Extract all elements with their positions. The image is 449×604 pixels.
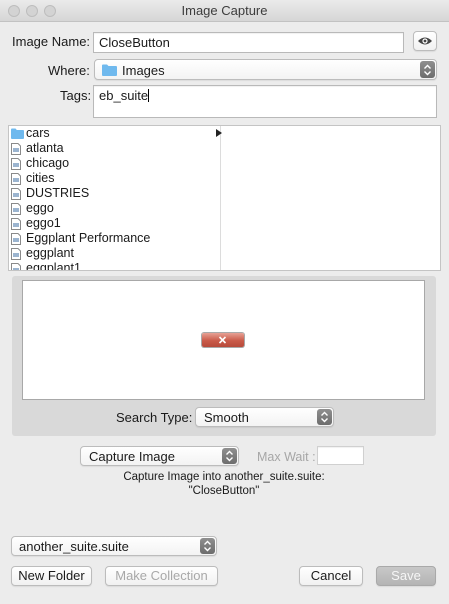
image-file-icon: [11, 203, 21, 215]
suite-popup[interactable]: another_suite.suite: [11, 536, 217, 556]
image-file-icon: [11, 248, 21, 260]
image-file-icon: [11, 143, 21, 155]
capture-mode-stepper: [222, 448, 237, 464]
folder-icon: [102, 64, 117, 76]
image-name-field[interactable]: CloseButton: [93, 32, 404, 53]
tags-label: Tags:: [60, 88, 92, 103]
search-type-label: Search Type:: [116, 410, 193, 425]
tags-value: eb_suite: [99, 88, 149, 103]
search-type-stepper: [317, 409, 332, 425]
save-button[interactable]: Save: [376, 566, 436, 586]
image-file-icon: [11, 218, 21, 230]
image-file-icon: [11, 188, 21, 200]
capture-note-line2: "CloseButton": [188, 485, 260, 497]
where-label: Where:: [48, 63, 90, 78]
chevron-updown-icon: [321, 411, 328, 423]
max-wait-field[interactable]: [317, 446, 364, 465]
new-folder-button[interactable]: New Folder: [11, 566, 92, 586]
image-preview: [22, 280, 425, 400]
capture-note-line1: Capture Image into another_suite.suite:: [123, 471, 325, 483]
preview-panel: Search Type: Smooth: [12, 276, 436, 436]
chevron-updown-icon: [424, 64, 431, 75]
where-value: Images: [122, 63, 165, 78]
capture-destination-note: Capture Image into another_suite.suite: …: [74, 470, 374, 498]
search-type-popup[interactable]: Smooth: [195, 407, 334, 427]
capture-mode-value: Capture Image: [89, 449, 175, 464]
suite-stepper: [200, 538, 215, 554]
chevron-updown-icon: [226, 450, 233, 462]
chevron-updown-icon: [204, 540, 211, 552]
max-wait-label: Max Wait :: [257, 450, 316, 464]
search-type-value: Smooth: [204, 410, 249, 425]
tags-field[interactable]: eb_suite: [93, 85, 437, 118]
capture-mode-popup[interactable]: Capture Image: [80, 446, 239, 466]
image-file-icon: [11, 173, 21, 185]
title-bar: Image Capture: [0, 0, 449, 22]
close-x-icon: [218, 336, 227, 344]
folder-icon: [11, 128, 24, 139]
cancel-button[interactable]: Cancel: [299, 566, 363, 586]
eye-icon: [418, 37, 432, 45]
image-name-label: Image Name:: [12, 34, 91, 49]
disclosure-arrow-icon: [216, 129, 222, 137]
where-popup[interactable]: Images: [94, 59, 437, 80]
suite-value: another_suite.suite: [19, 539, 129, 554]
captured-close-button-image: [202, 333, 244, 347]
image-browser[interactable]: cars atlanta chicago cities DUSTRIES egg…: [8, 125, 441, 271]
where-stepper: [420, 61, 435, 78]
image-file-icon: [11, 263, 21, 270]
column-divider: [220, 126, 221, 270]
window-title: Image Capture: [181, 3, 268, 18]
image-file-icon: [11, 233, 21, 245]
preview-toggle-button[interactable]: [413, 31, 437, 51]
image-file-icon: [11, 158, 21, 170]
make-collection-button[interactable]: Make Collection: [105, 566, 218, 586]
